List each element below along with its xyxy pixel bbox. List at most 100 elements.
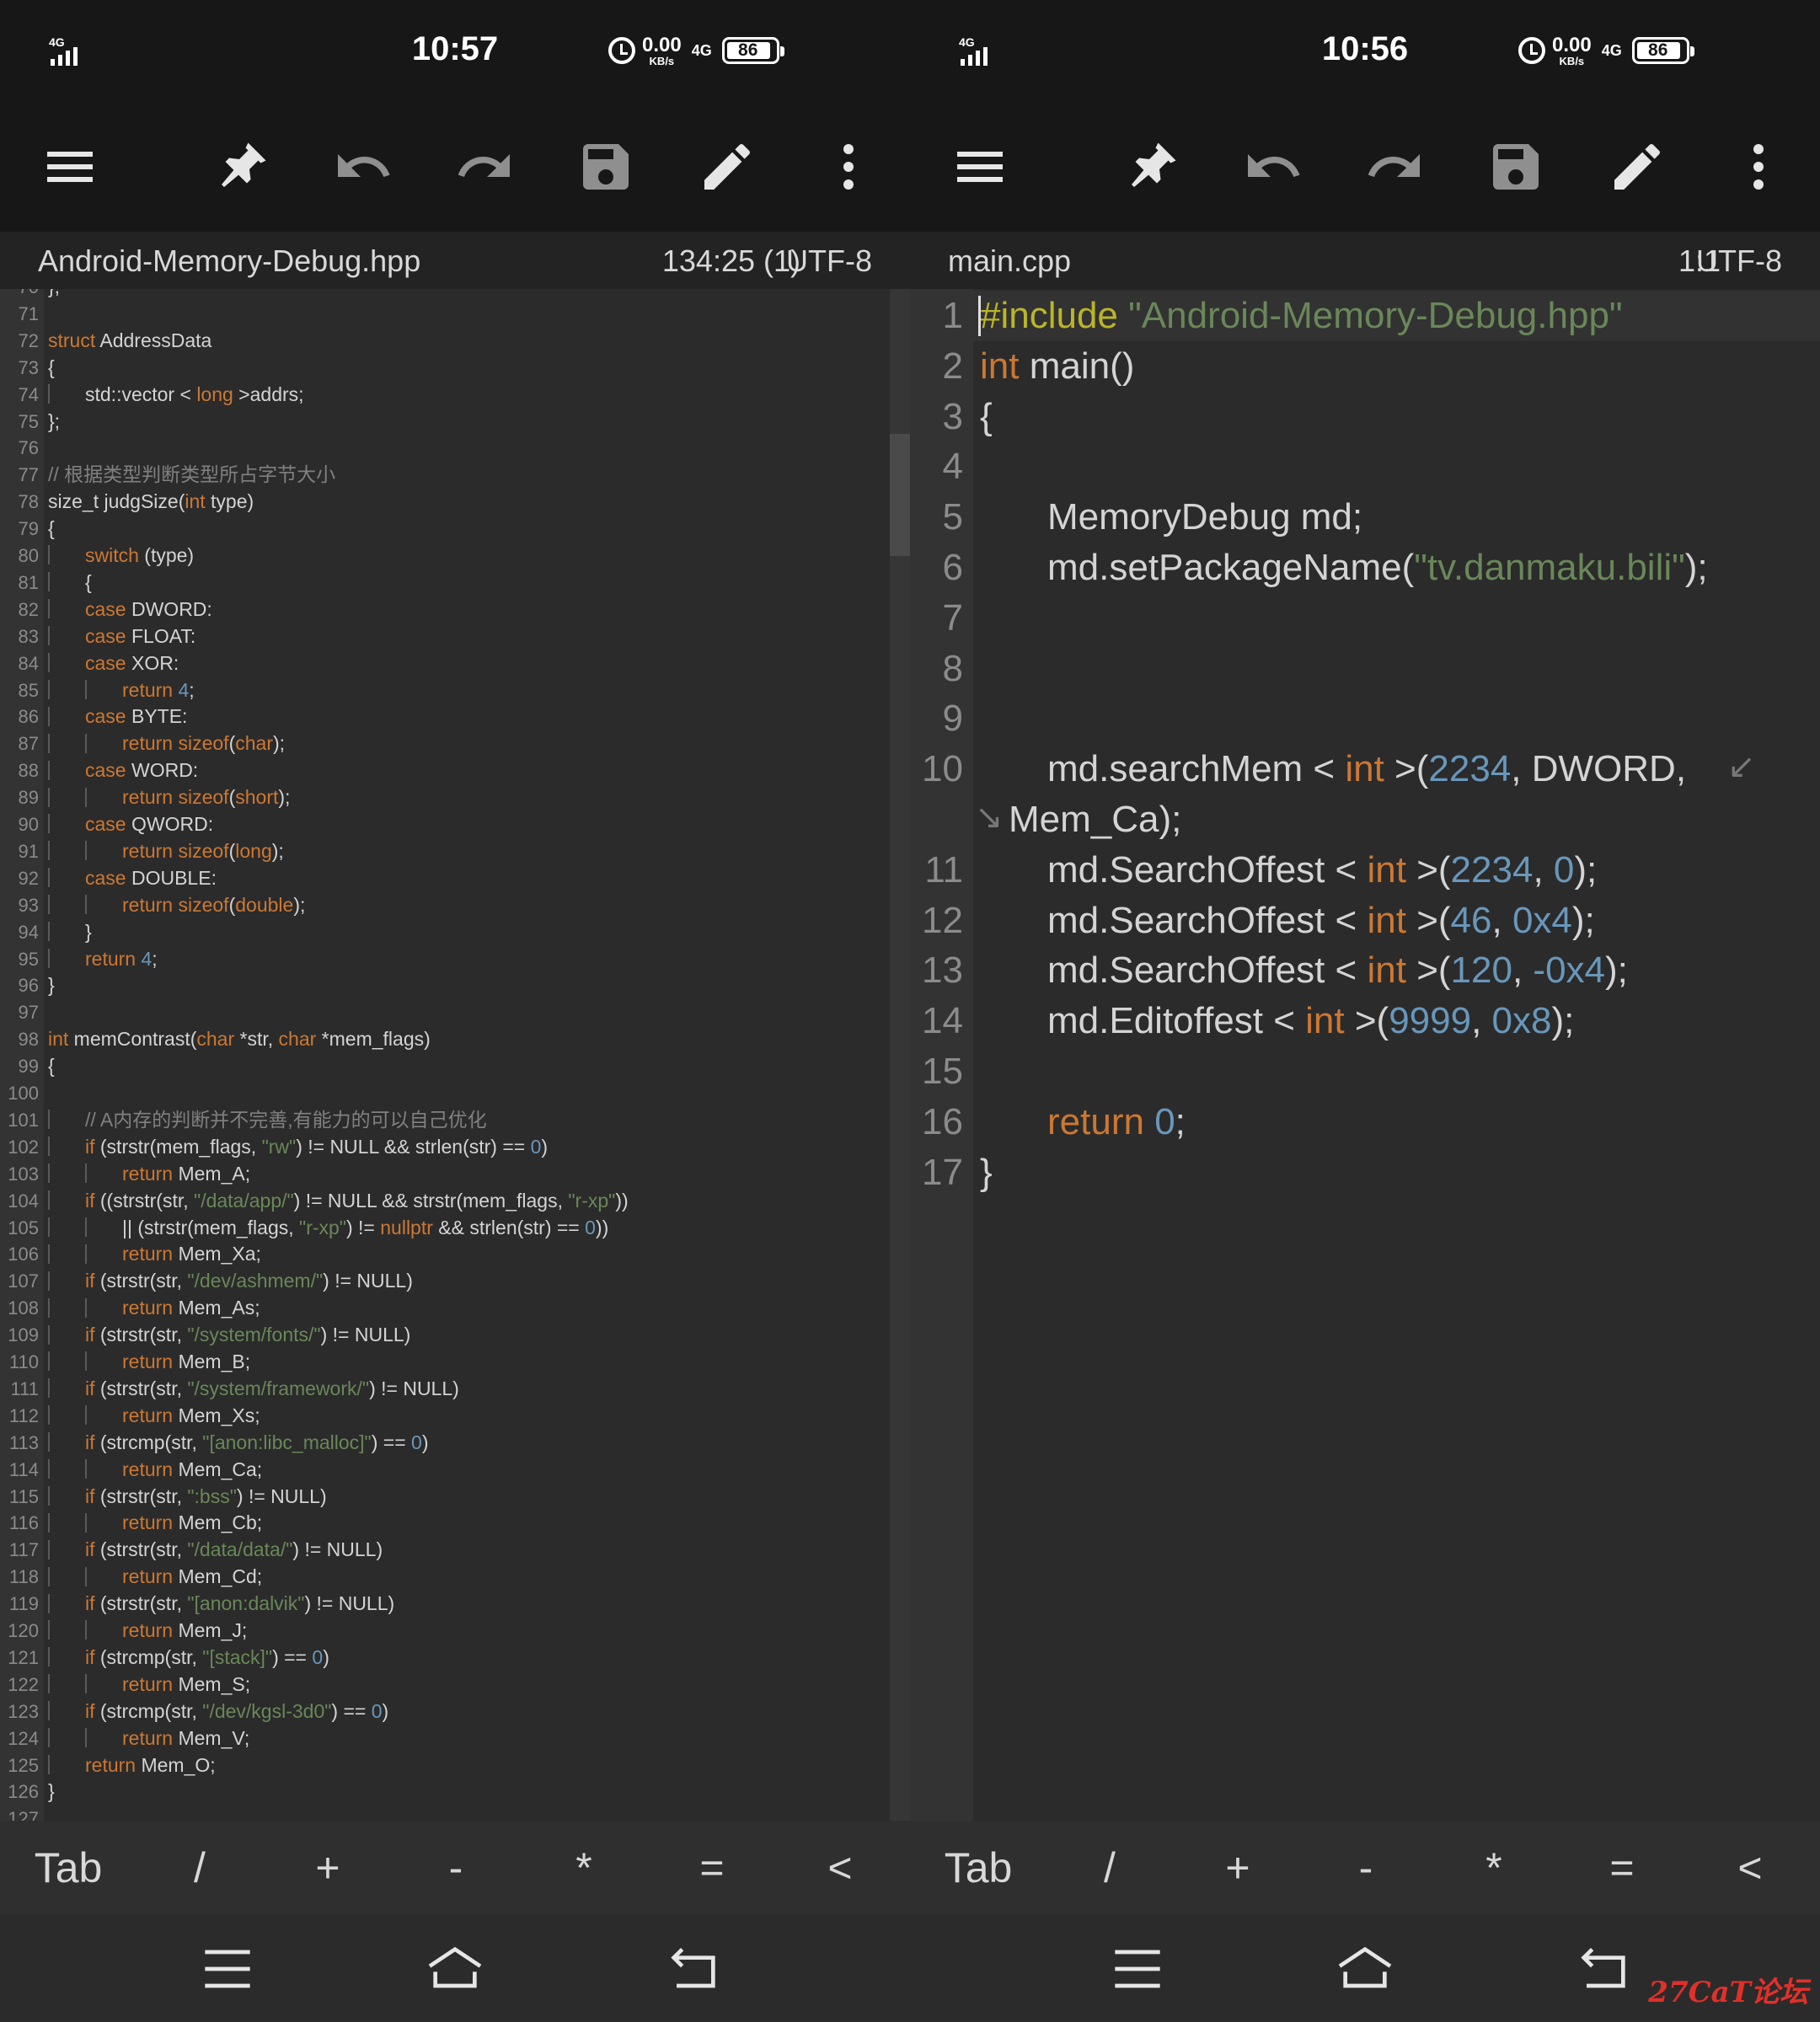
- line-number: 91: [18, 840, 39, 862]
- redo-button[interactable]: [451, 135, 518, 202]
- more-button[interactable]: [815, 135, 882, 202]
- save-button[interactable]: [1482, 135, 1550, 202]
- code-text: }: [48, 1779, 55, 1805]
- code-token: return: [122, 839, 174, 862]
- pin-button[interactable]: [1118, 135, 1186, 202]
- key-plus[interactable]: +: [1183, 1821, 1293, 1915]
- network-type: 4G: [1601, 42, 1622, 59]
- code-line: 119 if (strstr(str, "[anon:dalvik") != NU…: [0, 1591, 910, 1618]
- code-text: case DOUBLE:: [48, 865, 217, 892]
- recents-button[interactable]: [1104, 1935, 1171, 2003]
- code-line: 83 case FLOAT:: [0, 623, 910, 650]
- redo-button[interactable]: [1361, 135, 1428, 202]
- indent-guide: [48, 895, 85, 915]
- code-token: >(: [1405, 899, 1451, 941]
- key-minus[interactable]: -: [401, 1821, 511, 1915]
- key-tab[interactable]: Tab: [910, 1821, 1046, 1915]
- menu-button[interactable]: [946, 135, 1014, 202]
- code-token: )): [595, 1216, 609, 1238]
- code-token: if: [85, 1135, 95, 1158]
- code-text: if (strcmp(str, "[anon:libc_malloc]") ==…: [48, 1430, 429, 1457]
- key-slash[interactable]: /: [145, 1821, 254, 1915]
- more-button[interactable]: [1725, 135, 1792, 202]
- indent-guide: [48, 1163, 85, 1184]
- code-text: return Mem_V;: [48, 1725, 249, 1752]
- code-text: }: [48, 972, 55, 999]
- key-plus[interactable]: +: [273, 1821, 383, 1915]
- key-minus[interactable]: -: [1311, 1821, 1421, 1915]
- line-number: 95: [18, 948, 39, 970]
- indent-guide: [980, 1002, 1047, 1039]
- code-editor[interactable]: 1 #include "Android-Memory-Debug.hpp" 2 int…: [910, 289, 1820, 1821]
- battery-icon: 86: [721, 37, 784, 64]
- code-line: 124 return Mem_V;: [0, 1725, 910, 1752]
- code-token: md.Editoffest <: [1047, 1000, 1306, 1042]
- code-token: && strlen(str) ==: [432, 1216, 586, 1238]
- code-text: md.setPackageName("tv.danmaku.bili");: [980, 543, 1708, 593]
- code-text: return sizeof(char);: [48, 730, 285, 757]
- line-number: 113: [8, 1431, 39, 1453]
- undo-button[interactable]: [329, 135, 397, 202]
- code-line: 102 if (strstr(mem_flags, "rw") != NULL &…: [0, 1134, 910, 1161]
- code-line: 5 MemoryDebug md;: [910, 492, 1820, 543]
- line-number: 3: [942, 395, 963, 437]
- code-token: "tv.danmaku.bili": [1414, 547, 1685, 588]
- cursor-position: 134:25 (1): [661, 243, 800, 278]
- indent-guide: [85, 1405, 122, 1426]
- home-button[interactable]: [421, 1935, 489, 2003]
- code-token: return: [122, 1404, 174, 1426]
- recents-button[interactable]: [194, 1935, 261, 2003]
- line-number: 85: [18, 679, 39, 701]
- key-asterisk[interactable]: *: [1439, 1821, 1549, 1915]
- line-number: 87: [18, 733, 39, 755]
- indent-guide: [48, 1405, 85, 1426]
- recents-icon: [1104, 1950, 1171, 2006]
- back-button[interactable]: [660, 1935, 727, 2003]
- edit-button[interactable]: [1603, 135, 1671, 202]
- key-equals[interactable]: =: [1567, 1821, 1677, 1915]
- code-token: return: [85, 947, 136, 970]
- code-token: "[anon:libc_malloc]": [202, 1431, 372, 1453]
- code-token: main(): [1019, 345, 1135, 387]
- line-number: 76: [18, 437, 39, 459]
- home-button[interactable]: [1331, 1935, 1399, 2003]
- code-text: case XOR:: [48, 650, 179, 677]
- code-token: ) != NULL && strlen(str) ==: [296, 1135, 531, 1158]
- menu-button[interactable]: [36, 135, 104, 202]
- pin-button[interactable]: [208, 135, 276, 202]
- key-equals[interactable]: =: [657, 1821, 767, 1915]
- code-token: 0x4: [1512, 899, 1572, 941]
- code-editor[interactable]: 70};7172struct AddressData73{74std::vect…: [0, 289, 910, 1821]
- code-token: return: [122, 1511, 174, 1534]
- indent-guide: [48, 1620, 85, 1640]
- menu-icon: [40, 136, 100, 201]
- undo-button[interactable]: [1239, 135, 1307, 202]
- line-number: 10: [922, 748, 963, 790]
- code-token: Mem_Cb;: [173, 1511, 263, 1534]
- code-text: if (strstr(str, "/system/fonts/") != NUL…: [48, 1322, 410, 1349]
- line-number: 4: [942, 446, 963, 488]
- file-name[interactable]: Android-Memory-Debug.hpp: [38, 243, 420, 279]
- line-number: 77: [18, 464, 39, 486]
- key-less-than[interactable]: <: [785, 1821, 895, 1915]
- indent-guide: [85, 733, 122, 753]
- save-button[interactable]: [572, 135, 640, 202]
- key-asterisk[interactable]: *: [529, 1821, 639, 1915]
- line-number: 97: [18, 1002, 39, 1024]
- key-slash[interactable]: /: [1055, 1821, 1164, 1915]
- line-number: 73: [18, 356, 39, 378]
- indent-guide: [48, 706, 85, 726]
- code-token: return: [122, 678, 174, 701]
- edit-button[interactable]: [693, 135, 761, 202]
- file-name[interactable]: main.cpp: [948, 243, 1071, 279]
- key-less-than[interactable]: <: [1695, 1821, 1805, 1915]
- indent-guide: [48, 1701, 85, 1721]
- back-button[interactable]: [1570, 1935, 1637, 2003]
- line-number: 79: [18, 518, 39, 540]
- code-token: ;: [1175, 1100, 1186, 1142]
- indent-guide: [85, 1351, 122, 1372]
- line-number: 1: [942, 295, 963, 336]
- key-tab[interactable]: Tab: [0, 1821, 136, 1915]
- scrollbar-thumb[interactable]: [890, 434, 910, 556]
- file-encoding: UTF-8: [786, 243, 872, 278]
